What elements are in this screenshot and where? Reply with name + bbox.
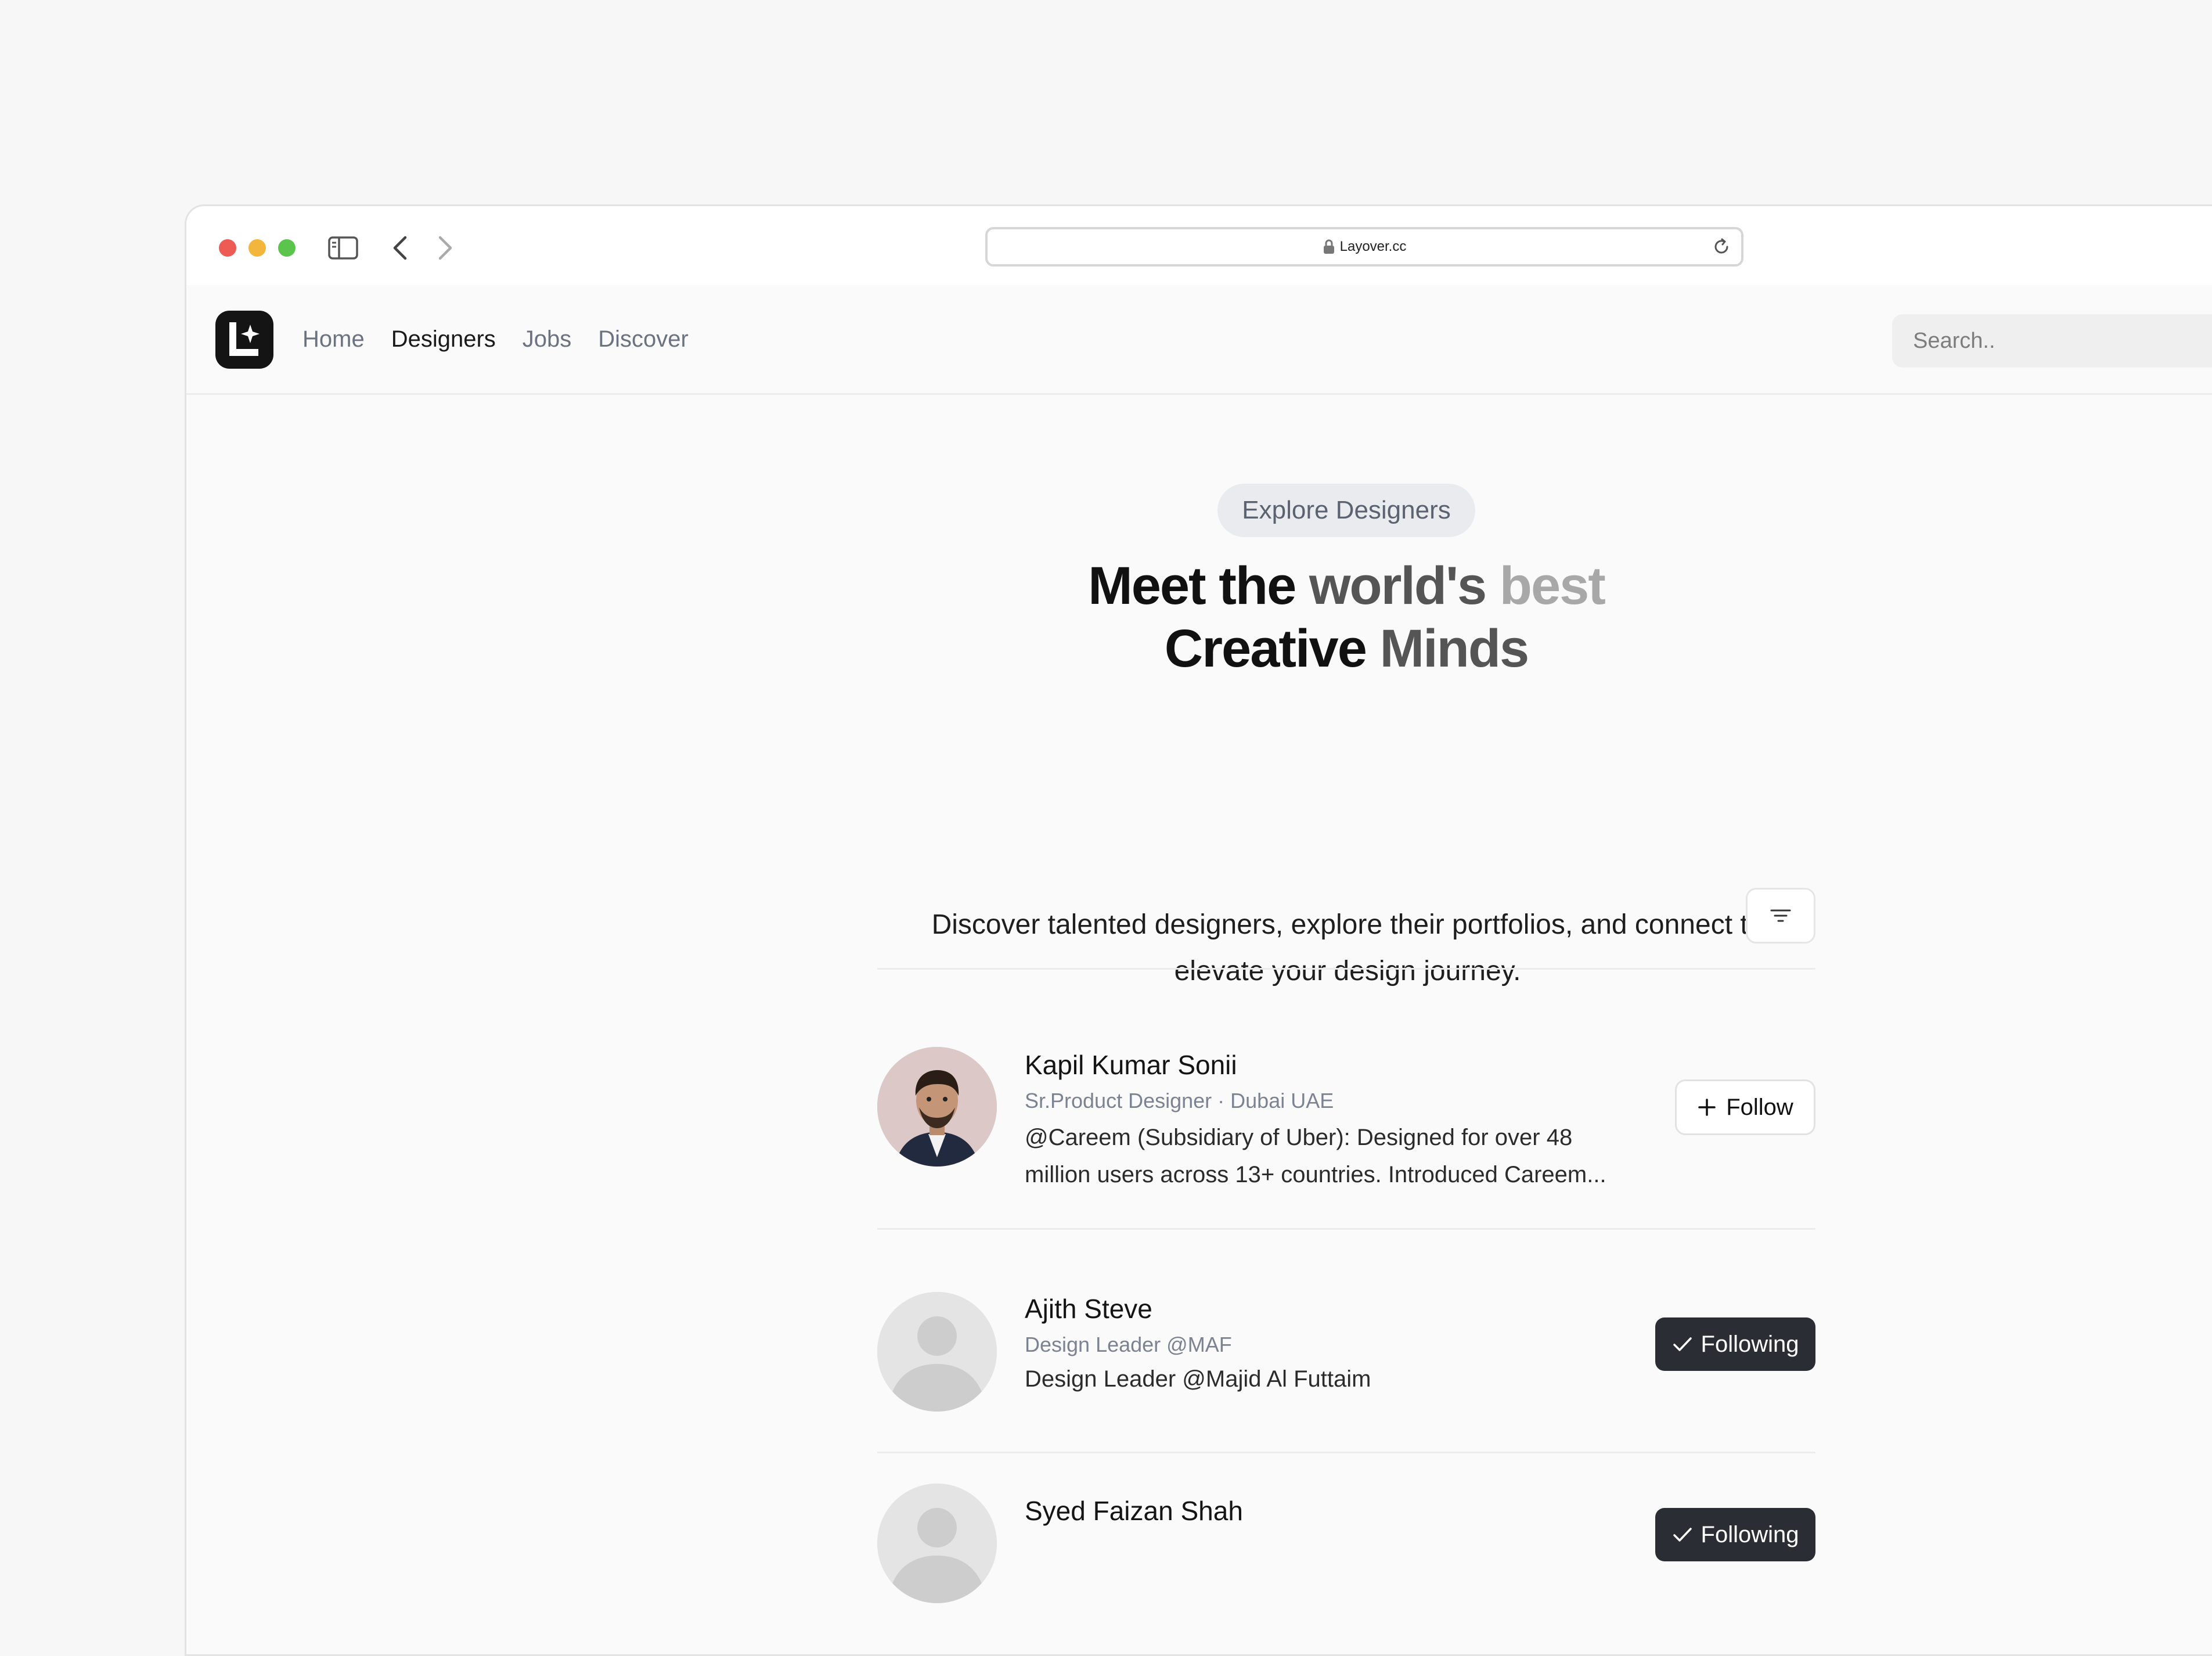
designer-name[interactable]: Syed Faizan Shah [1025,1495,1243,1527]
designer-row[interactable]: Ajith Steve Design Leader @MAF Design Le… [877,1286,1815,1437]
checkmark-icon [1673,1337,1692,1351]
designer-row[interactable]: Syed Faizan Shah Following [877,1484,1815,1654]
nav-discover[interactable]: Discover [598,326,689,352]
lock-icon [1323,239,1334,254]
following-label: Following [1701,1521,1799,1547]
follow-label: Follow [1726,1094,1793,1120]
designer-bio: Design Leader @Majid Al Futtaim [1025,1366,1371,1392]
page-subtitle: Discover talented designers, explore the… [931,909,1764,987]
following-label: Following [1701,1331,1799,1357]
nav-jobs[interactable]: Jobs [523,326,572,352]
address-bar[interactable]: Layover.cc [985,227,1743,267]
headline-word: best [1499,556,1606,615]
back-arrow-icon[interactable] [384,232,416,264]
avatar-placeholder[interactable] [877,1484,997,1603]
search-input[interactable] [1892,314,2212,368]
browser-toolbar: Layover.cc [186,206,2212,287]
forward-arrow-icon[interactable] [429,232,462,264]
page-headline: Meet the world's best Creative Minds [825,555,1868,680]
close-window-button[interactable] [219,239,236,257]
designer-name[interactable]: Ajith Steve [1025,1293,1152,1324]
address-url: Layover.cc [1339,239,1407,254]
site-header: Home Designers Jobs Discover [186,285,2212,395]
list-divider [877,1452,1815,1453]
following-button[interactable]: Following [1655,1508,1815,1561]
reload-icon[interactable] [1712,237,1731,259]
headline-word: Minds [1379,619,1529,678]
maximize-window-button[interactable] [278,239,296,257]
headline-word: Meet the [1088,556,1296,615]
sidebar-toggle-icon[interactable] [327,232,359,264]
designer-bio: @Careem (Subsidiary of Uber): Designed f… [1025,1125,1606,1187]
checkmark-icon [1673,1528,1692,1542]
nav-designers[interactable]: Designers [391,326,496,352]
layover-logo[interactable] [215,311,273,369]
plus-icon [1698,1099,1716,1116]
avatar-placeholder[interactable] [877,1292,997,1412]
headline-word: world's [1309,556,1487,615]
avatar[interactable] [877,1047,997,1167]
list-divider [877,1228,1815,1230]
main-nav: Home Designers Jobs Discover [302,285,689,393]
list-divider [877,968,1815,970]
designer-name[interactable]: Kapil Kumar Sonii [1025,1049,1237,1081]
designer-row[interactable]: Kapil Kumar Sonii Sr.Product Designer · … [877,1031,1815,1205]
nav-home[interactable]: Home [302,326,365,352]
designer-meta: Sr.Product Designer · Dubai UAE [1025,1089,1334,1113]
following-button[interactable]: Following [1655,1317,1815,1371]
minimize-window-button[interactable] [248,239,266,257]
browser-window: Layover.cc Home Designers Jobs Discover … [185,204,2212,1656]
follow-button[interactable]: Follow [1675,1079,1815,1135]
filter-icon [1770,909,1791,922]
designer-meta: Design Leader @MAF [1025,1333,1232,1356]
headline-word: Creative [1164,619,1367,678]
explore-designers-pill: Explore Designers [1217,484,1475,537]
filter-button[interactable] [1746,888,1815,944]
